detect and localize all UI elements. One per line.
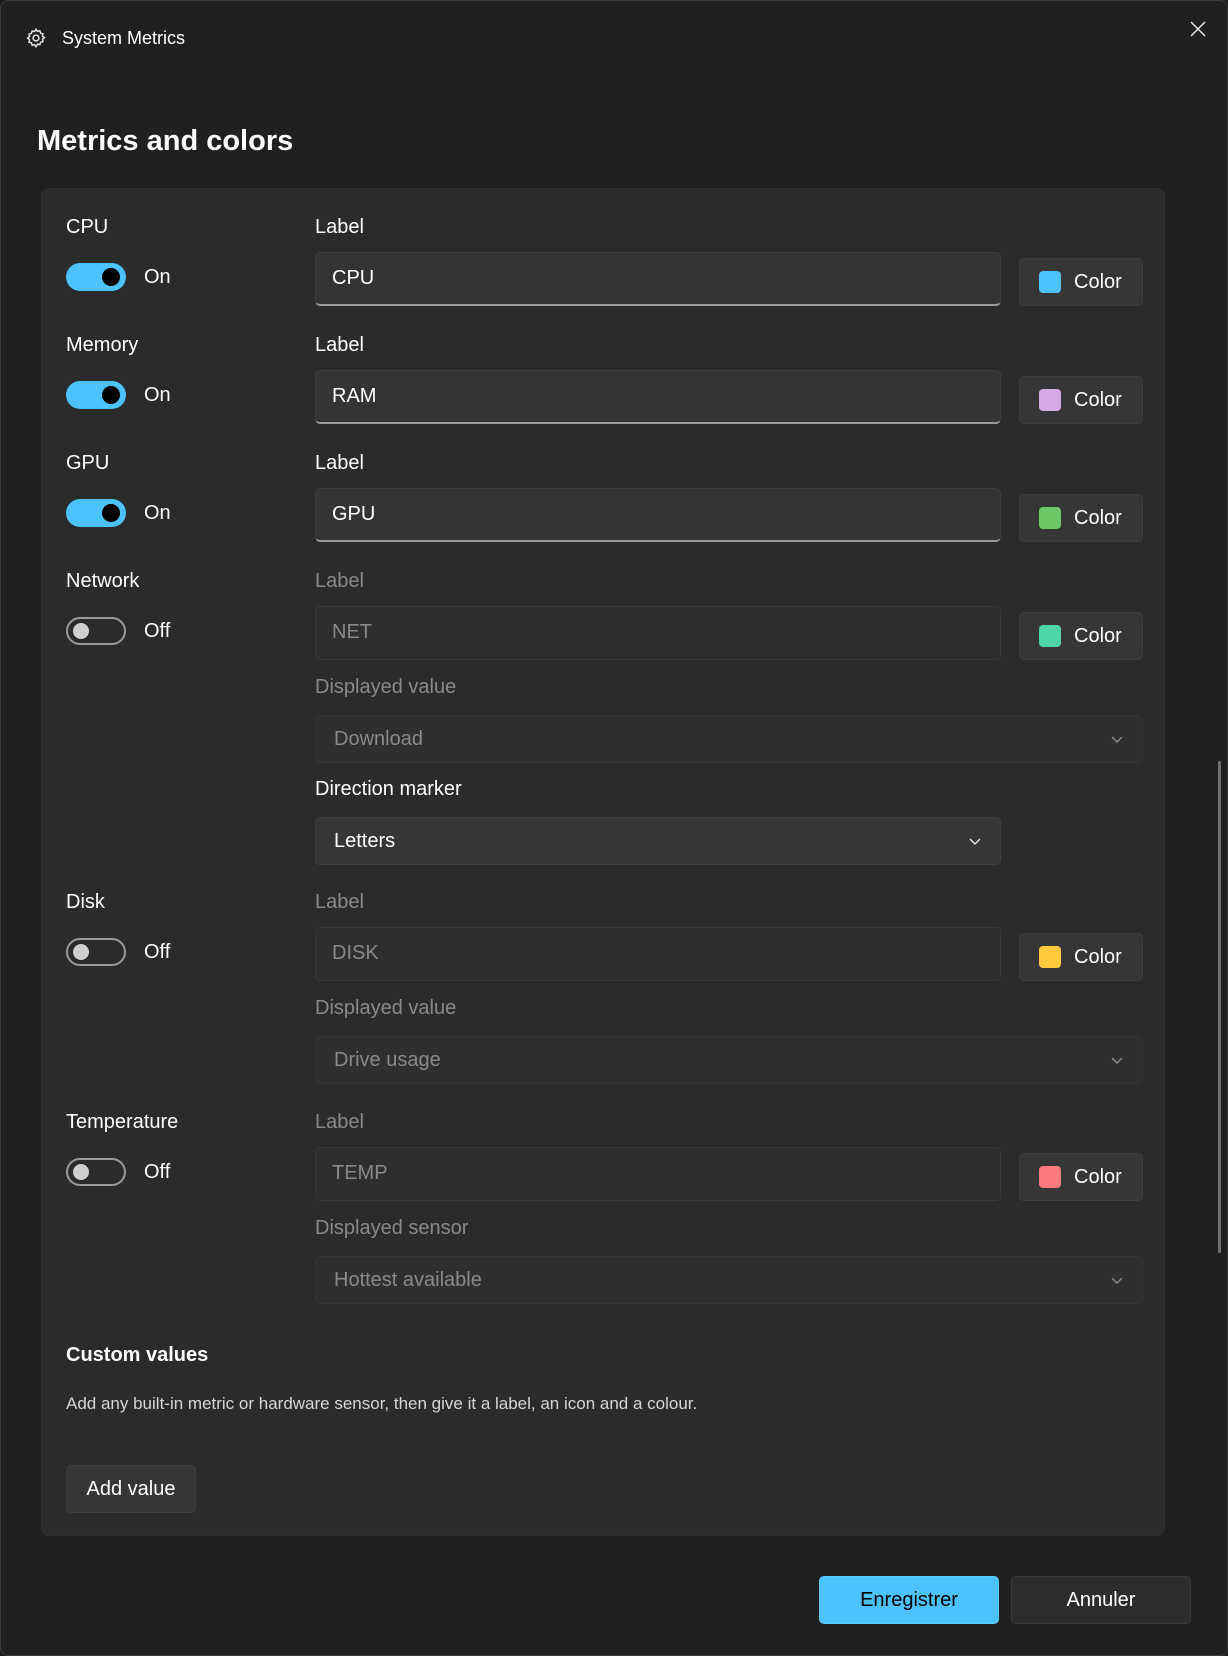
toggle-gpu[interactable] <box>66 499 126 527</box>
metrics-card: CPU On Label CPU Color Memory On Label R… <box>41 188 1165 1536</box>
displayed-sensor-value: Hottest available <box>334 1269 482 1291</box>
settings-window: System Metrics Metrics and colors CPU On… <box>0 0 1228 1656</box>
toggle-state-temperature: Off <box>144 1161 171 1183</box>
toggle-knob <box>73 1164 89 1180</box>
color-button-label: Color <box>1074 1165 1122 1188</box>
toggle-state-network: Off <box>144 620 171 642</box>
direction-marker-select[interactable]: Letters <box>315 817 1001 865</box>
displayed-value-caption-network: Displayed value <box>315 676 457 698</box>
label-caption-memory: Label <box>315 334 364 356</box>
direction-marker-value: Letters <box>334 830 396 852</box>
displayed-value-caption-disk: Displayed value <box>315 997 457 1019</box>
title-bar: System Metrics <box>1 1 1227 77</box>
direction-marker-caption: Direction marker <box>315 778 462 800</box>
label-caption-cpu: Label <box>315 216 364 238</box>
color-button-label: Color <box>1074 624 1122 647</box>
toggle-knob <box>102 268 120 286</box>
color-button-label: Color <box>1074 945 1122 968</box>
metric-name-disk: Disk <box>66 891 105 913</box>
close-button[interactable] <box>1175 9 1221 49</box>
color-swatch-disk <box>1039 946 1061 968</box>
displayed-value-select-disk[interactable]: Drive usage <box>315 1036 1143 1084</box>
chevron-down-icon <box>1111 736 1123 744</box>
displayed-value-select-network[interactable]: Download <box>315 715 1143 763</box>
toggle-state-disk: Off <box>144 941 171 963</box>
label-input-memory[interactable]: RAM <box>315 370 1001 424</box>
metric-name-memory: Memory <box>66 334 139 356</box>
toggle-temperature[interactable] <box>66 1158 126 1186</box>
color-swatch-cpu <box>1039 271 1061 293</box>
toggle-memory[interactable] <box>66 381 126 409</box>
custom-values-title: Custom values <box>66 1344 209 1366</box>
color-swatch-memory <box>1039 389 1061 411</box>
gear-icon <box>26 27 46 49</box>
close-icon <box>1190 21 1206 37</box>
label-input-gpu[interactable]: GPU <box>315 488 1001 542</box>
toggle-state-memory: On <box>144 384 171 406</box>
displayed-value-disk: Drive usage <box>334 1049 441 1071</box>
color-button-label: Color <box>1074 506 1122 529</box>
color-button-gpu[interactable]: Color <box>1019 494 1143 542</box>
metric-name-gpu: GPU <box>66 452 110 474</box>
color-button-temperature[interactable]: Color <box>1019 1153 1143 1201</box>
metric-name-cpu: CPU <box>66 216 109 238</box>
metric-name-network: Network <box>66 570 140 592</box>
save-button[interactable]: Enregistrer <box>819 1576 999 1624</box>
cancel-button[interactable]: Annuler <box>1011 1576 1191 1624</box>
page-title: Metrics and colors <box>37 125 294 157</box>
color-swatch-temperature <box>1039 1166 1061 1188</box>
toggle-state-gpu: On <box>144 502 171 524</box>
toggle-knob <box>102 504 120 522</box>
color-swatch-network <box>1039 625 1061 647</box>
color-swatch-gpu <box>1039 507 1061 529</box>
chevron-down-icon <box>1111 1057 1123 1065</box>
color-button-disk[interactable]: Color <box>1019 933 1143 981</box>
displayed-sensor-caption: Displayed sensor <box>315 1217 469 1239</box>
add-value-button[interactable]: Add value <box>66 1465 196 1513</box>
scrollbar-thumb[interactable] <box>1218 761 1221 1253</box>
label-input-network[interactable]: NET <box>315 606 1001 660</box>
color-button-cpu[interactable]: Color <box>1019 258 1143 306</box>
toggle-knob <box>73 944 89 960</box>
color-button-label: Color <box>1074 270 1122 293</box>
label-caption-disk: Label <box>315 891 364 913</box>
color-button-memory[interactable]: Color <box>1019 376 1143 424</box>
toggle-state-cpu: On <box>144 266 171 288</box>
toggle-knob <box>102 386 120 404</box>
label-input-disk[interactable]: DISK <box>315 927 1001 981</box>
color-button-network[interactable]: Color <box>1019 612 1143 660</box>
label-caption-gpu: Label <box>315 452 364 474</box>
toggle-knob <box>73 623 89 639</box>
color-button-label: Color <box>1074 388 1122 411</box>
toggle-network[interactable] <box>66 617 126 645</box>
chevron-down-icon <box>969 838 981 846</box>
toggle-cpu[interactable] <box>66 263 126 291</box>
toggle-disk[interactable] <box>66 938 126 966</box>
displayed-value-network: Download <box>334 728 423 750</box>
chevron-down-icon <box>1111 1277 1123 1285</box>
label-caption-temperature: Label <box>315 1111 364 1133</box>
label-input-cpu[interactable]: CPU <box>315 252 1001 306</box>
label-caption-network: Label <box>315 570 364 592</box>
metric-name-temperature: Temperature <box>66 1111 179 1133</box>
custom-values-description: Add any built-in metric or hardware sens… <box>66 1394 698 1413</box>
displayed-sensor-select[interactable]: Hottest available <box>315 1256 1143 1304</box>
label-input-temperature[interactable]: TEMP <box>315 1147 1001 1201</box>
window-title: System Metrics <box>62 28 186 48</box>
